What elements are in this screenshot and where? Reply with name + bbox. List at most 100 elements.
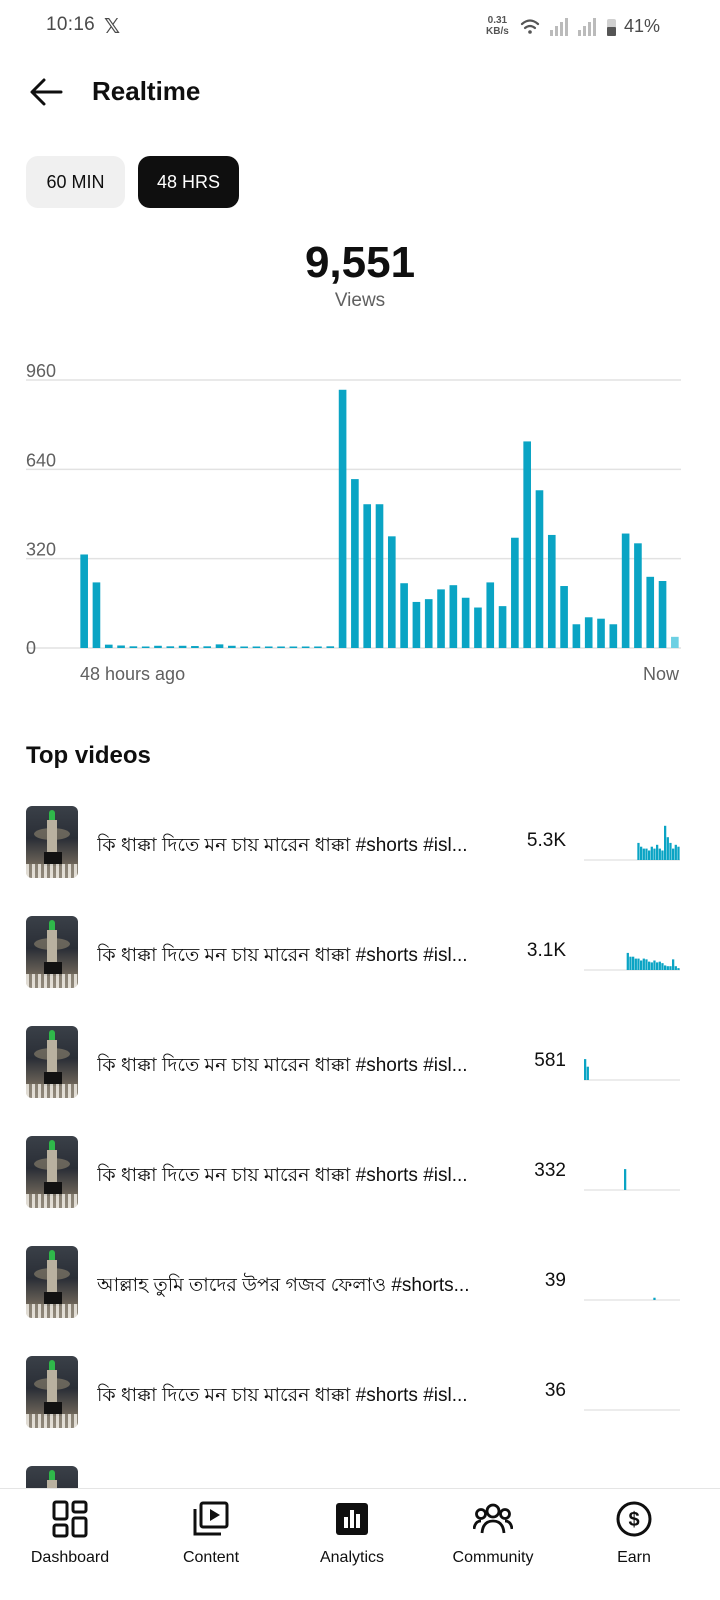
chart-bar[interactable] <box>523 441 531 648</box>
battery-percent: 41% <box>624 16 661 36</box>
network-speed-value: 0.31 <box>487 15 508 26</box>
chart-bar[interactable] <box>215 644 224 648</box>
chart-bar[interactable] <box>437 589 445 649</box>
sparkline-bar <box>656 844 659 860</box>
sparkline-bar <box>672 848 675 860</box>
chart-bar[interactable] <box>597 618 605 648</box>
video-view-count: 581 <box>534 1050 566 1071</box>
nav-earn[interactable]: $ Earn <box>564 1489 704 1600</box>
chart-bar[interactable] <box>424 599 433 648</box>
sparkline-bar <box>645 848 648 860</box>
chart-bar[interactable] <box>301 646 310 649</box>
chart-bar[interactable] <box>387 536 396 648</box>
x-axis-end-label: Now <box>642 664 679 684</box>
chart-bar[interactable] <box>117 645 125 648</box>
video-thumbnail <box>26 1136 78 1208</box>
chart-bar[interactable] <box>80 554 88 648</box>
chart-bar[interactable] <box>166 646 175 648</box>
video-row[interactable]: কি ধাক্কা দিতে মন চায় মারেন ধাক্কা #sho… <box>0 1356 720 1436</box>
wifi-icon <box>520 19 540 34</box>
video-row[interactable]: আল্লাহ তুমি তাদের উপর গজব ফেলাও #shorts.… <box>0 1246 720 1326</box>
chart-bar[interactable] <box>92 582 101 648</box>
sparkline-bar <box>626 952 629 970</box>
tab-60-min[interactable]: 60 MIN <box>26 156 125 208</box>
chart-bar[interactable] <box>572 624 581 648</box>
nav-analytics[interactable]: Analytics <box>282 1489 422 1600</box>
chart-bar[interactable] <box>363 504 372 648</box>
chart-bar[interactable] <box>141 646 150 649</box>
chart-bar[interactable] <box>338 389 347 648</box>
thumbnail-detail <box>47 1150 57 1184</box>
thumbnail-detail <box>26 974 78 988</box>
sparkline-bar <box>674 844 677 860</box>
chart-bar[interactable] <box>449 585 458 648</box>
chart-bar[interactable] <box>203 646 212 648</box>
sparkline-bar <box>640 960 643 970</box>
chart-bar[interactable] <box>560 586 568 649</box>
chart-bar[interactable] <box>326 646 335 648</box>
page-title: Realtime <box>92 76 201 106</box>
chart-bar[interactable] <box>658 581 667 648</box>
video-row[interactable]: কি ধাক্কা দিতে মন চায় মারেন ধাক্কা #sho… <box>0 806 720 886</box>
chart-bar[interactable] <box>178 645 187 648</box>
chart-bar[interactable] <box>375 504 384 648</box>
sparkline-bar <box>666 966 669 970</box>
chart-bar[interactable] <box>191 646 199 648</box>
chart-bar[interactable] <box>351 479 359 648</box>
chart-bar[interactable] <box>511 537 519 648</box>
video-row-partial[interactable] <box>0 1466 720 1488</box>
chart-bar[interactable] <box>584 617 593 648</box>
chart-bar[interactable] <box>129 646 138 648</box>
chart-bar[interactable] <box>264 646 273 649</box>
chart-bar[interactable] <box>289 646 298 649</box>
chart-bar[interactable] <box>621 533 630 648</box>
video-view-count: 3.1K <box>526 940 566 961</box>
video-title: কি ধাক্কা দিতে মন চায় মারেন ধাক্কা #sho… <box>97 945 468 966</box>
nav-community[interactable]: Community <box>423 1489 563 1600</box>
chart-bar[interactable] <box>104 644 113 648</box>
chart-bar[interactable] <box>535 490 544 648</box>
chart-bar[interactable] <box>154 645 162 648</box>
sparkline-bar <box>661 850 664 860</box>
chart-bar[interactable] <box>486 582 495 648</box>
chart-bar[interactable] <box>498 606 507 649</box>
chart-bar[interactable] <box>547 534 556 648</box>
chart-bar[interactable] <box>277 646 285 649</box>
video-title: কি ধাক্কা দিতে মন চায় মারেন ধাক্কা #sho… <box>97 1385 468 1406</box>
y-tick-label: 0 <box>26 638 36 658</box>
chart-bar[interactable] <box>671 636 679 648</box>
video-title: কি ধাক্কা দিতে মন চায় মারেন ধাক্কা #sho… <box>97 1055 468 1076</box>
chart-bar[interactable] <box>412 601 421 648</box>
total-views-label: Views <box>334 290 386 311</box>
chart-bar[interactable] <box>646 576 655 648</box>
arrow-left-icon <box>30 78 63 106</box>
chart-bar[interactable] <box>634 543 642 648</box>
chart-bar[interactable] <box>252 646 261 649</box>
thumbnail-detail <box>47 820 57 854</box>
video-row[interactable]: কি ধাক্কা দিতে মন চায় মারেন ধাক্কা #sho… <box>0 1026 720 1106</box>
chart-bar[interactable] <box>474 607 482 648</box>
video-row[interactable]: কি ধাক্কা দিতে মন চায় মারেন ধাক্কা #sho… <box>0 916 720 996</box>
sparkline-bar <box>586 1066 589 1080</box>
sparkline-bar <box>661 963 664 970</box>
chart-bar[interactable] <box>461 597 470 648</box>
chart-bar[interactable] <box>400 583 408 648</box>
total-views-value: 9,551 <box>304 238 416 287</box>
chart-bar[interactable] <box>609 624 618 648</box>
nav-content[interactable]: Content <box>141 1489 281 1600</box>
sparkline-bar <box>648 961 651 970</box>
back-button[interactable] <box>24 72 68 112</box>
video-title: কি ধাক্কা দিতে মন চায় মারেন ধাক্কা #sho… <box>97 835 468 856</box>
video-row[interactable]: কি ধাক্কা দিতে মন চায় মারেন ধাক্কা #sho… <box>0 1136 720 1216</box>
chart-svg: 960 640 320 0 <box>26 361 681 658</box>
nav-dashboard[interactable]: Dashboard <box>0 1489 140 1600</box>
video-sparkline <box>584 1297 680 1301</box>
tab-48-hrs[interactable]: 48 HRS <box>138 156 239 208</box>
sparkline-bar <box>650 846 653 860</box>
sparkline-bar <box>645 959 648 970</box>
thumbnail-detail <box>47 1370 57 1404</box>
chart-bar[interactable] <box>240 646 248 649</box>
chart-bar[interactable] <box>228 645 236 648</box>
video-view-count: 39 <box>544 1270 566 1291</box>
chart-bar[interactable] <box>314 646 322 649</box>
